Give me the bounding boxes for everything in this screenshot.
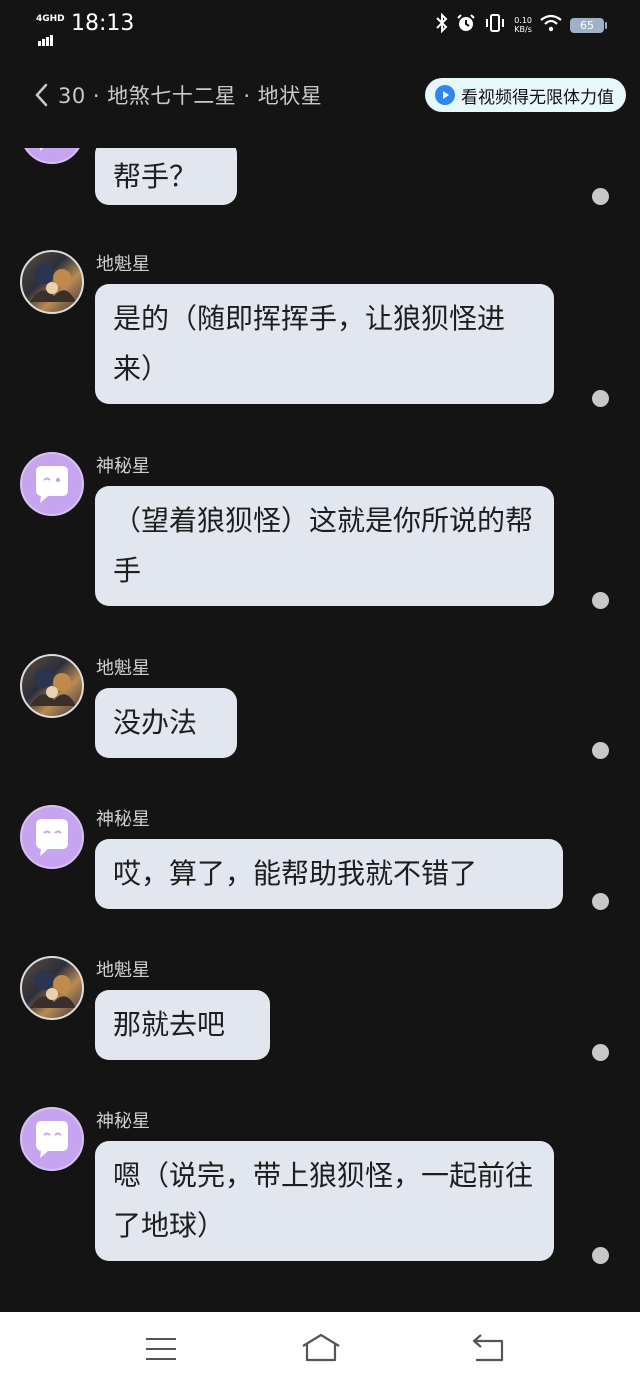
message-bubble: 帮手？ (95, 148, 237, 205)
watch-video-label: 看视频得无限体力值 (461, 87, 614, 108)
chat-list[interactable]: 帮手？ 地魁星 是的（随即挥挥手，让狼狈怪进来） 神秘星 （望着狼狈怪）这就是你… (0, 148, 640, 1312)
sender-name: 地魁星 (96, 960, 150, 981)
mysterious-avatar[interactable] (20, 148, 84, 164)
message-status-dot[interactable] (592, 893, 609, 910)
message-status-dot[interactable] (592, 1247, 609, 1264)
bluetooth-icon (436, 12, 448, 38)
back-nav-button[interactable] (472, 1334, 504, 1364)
message-bubble: （望着狼狈怪）这就是你所说的帮手 (95, 486, 554, 606)
network-speed: 0.10 KB/s (514, 16, 532, 34)
network-type: 4GHD (36, 14, 65, 24)
back-button[interactable] (32, 82, 52, 108)
chevron-left-icon (35, 83, 48, 107)
system-nav-bar (0, 1312, 640, 1387)
watch-video-button[interactable]: 看视频得无限体力值 (425, 78, 626, 112)
signal-icon: 4GHD (36, 14, 66, 46)
status-icons: 0.10 KB/s 65 (436, 12, 607, 38)
home-icon (302, 1333, 340, 1362)
sender-name: 神秘星 (96, 809, 150, 830)
recent-apps-button[interactable] (146, 1338, 176, 1360)
page-title: 30 · 地煞七十二星 · 地状星 (58, 84, 323, 108)
message-status-dot[interactable] (592, 390, 609, 407)
sender-name: 地魁星 (96, 658, 150, 679)
message-status-dot[interactable] (592, 592, 609, 609)
message-bubble: 是的（随即挥挥手，让狼狈怪进来） (95, 284, 554, 404)
play-icon (435, 85, 455, 105)
clock: 18:13 (71, 11, 135, 36)
battery-icon: 65 (570, 17, 607, 33)
message-bubble: 那就去吧 (95, 990, 270, 1060)
message-bubble: 哎，算了，能帮助我就不错了 (95, 839, 563, 909)
message-status-dot[interactable] (592, 1044, 609, 1061)
dikuixing-avatar[interactable] (20, 956, 84, 1020)
return-icon (472, 1334, 504, 1362)
sender-name: 地魁星 (96, 254, 150, 275)
battery-level: 65 (580, 18, 594, 32)
sender-name: 神秘星 (96, 1111, 150, 1132)
message-bubble: 没办法 (95, 688, 237, 758)
mysterious-avatar[interactable] (20, 452, 84, 516)
dikuixing-avatar[interactable] (20, 654, 84, 718)
mysterious-avatar[interactable] (20, 1107, 84, 1171)
sender-name: 神秘星 (96, 456, 150, 477)
chat-header: 30 · 地煞七十二星 · 地状星 看视频得无限体力值 (0, 70, 640, 122)
alarm-icon (456, 13, 476, 38)
home-button[interactable] (300, 1332, 342, 1364)
wifi-icon (540, 14, 562, 37)
message-bubble: 嗯（说完，带上狼狈怪，一起前往了地球） (95, 1141, 554, 1261)
vibrate-icon (484, 13, 506, 38)
message-status-dot[interactable] (592, 742, 609, 759)
message-status-dot[interactable] (592, 188, 609, 205)
dikuixing-avatar[interactable] (20, 250, 84, 314)
status-bar: 4GHD 18:13 0.10 KB/s 65 (0, 0, 640, 50)
mysterious-avatar[interactable] (20, 805, 84, 869)
